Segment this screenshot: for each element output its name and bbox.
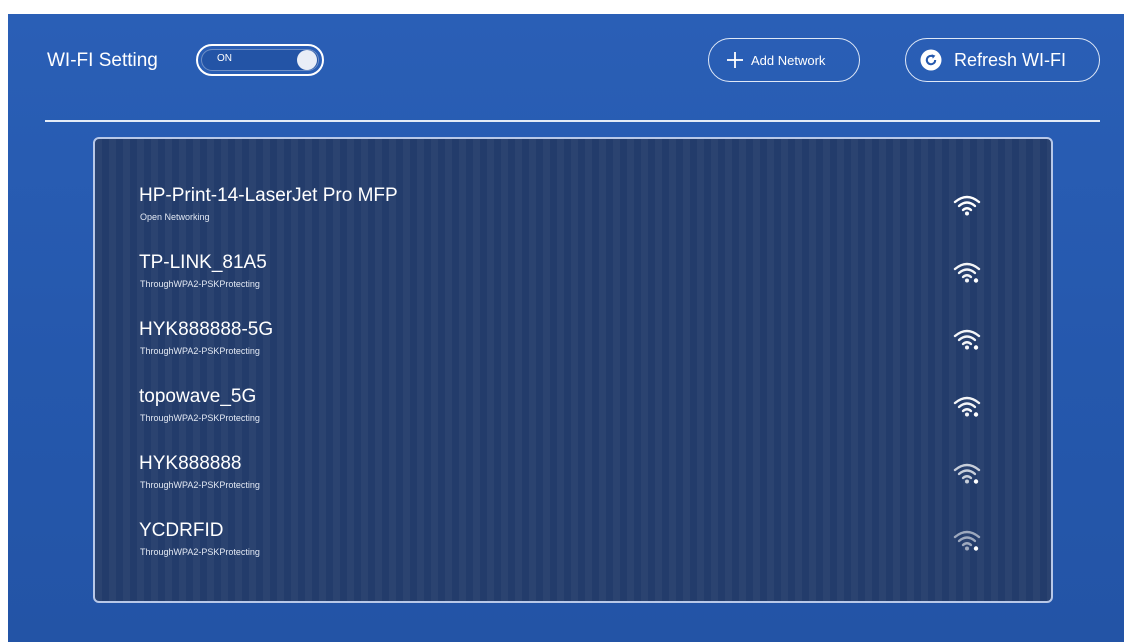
network-name: topowave_5G xyxy=(139,386,257,407)
network-name: HYK888888-5G xyxy=(139,319,274,340)
header-divider xyxy=(45,120,1100,122)
network-name: TP-LINK_81A5 xyxy=(139,252,267,273)
page-title: WI-FI Setting xyxy=(47,50,158,71)
wifi-toggle[interactable]: ON xyxy=(196,44,324,76)
refresh-label: Refresh WI-FI xyxy=(954,49,1067,70)
network-item[interactable]: HYK888888-5G ThroughWPA2-PSKProtecting xyxy=(139,319,1019,381)
toggle-track: ON xyxy=(201,49,319,71)
network-item[interactable]: HP-Print-14-LaserJet Pro MFP Open Network… xyxy=(139,185,1019,247)
network-security: ThroughWPA2-PSKProtecting xyxy=(140,547,260,557)
refresh-icon xyxy=(920,49,942,71)
wifi-icon xyxy=(953,195,981,216)
wifi-lock-icon xyxy=(953,463,981,484)
network-security: ThroughWPA2-PSKProtecting xyxy=(140,480,260,490)
network-item[interactable]: TP-LINK_81A5 ThroughWPA2-PSKProtecting xyxy=(139,252,1019,314)
toggle-knob xyxy=(297,50,317,70)
network-item[interactable]: YCDRFID ThroughWPA2-PSKProtecting xyxy=(139,520,1019,582)
add-network-button[interactable]: Add Network xyxy=(708,38,860,82)
network-name: YCDRFID xyxy=(139,520,224,541)
wifi-lock-icon xyxy=(953,329,981,350)
wifi-lock-icon xyxy=(953,396,981,417)
network-security: ThroughWPA2-PSKProtecting xyxy=(140,346,260,356)
network-item[interactable]: HYK888888 ThroughWPA2-PSKProtecting xyxy=(139,453,1019,515)
network-security: Open Networking xyxy=(140,212,210,222)
plus-icon xyxy=(727,52,743,68)
toggle-label: ON xyxy=(217,53,232,64)
refresh-wifi-button[interactable]: Refresh WI-FI xyxy=(905,38,1100,82)
network-name: HP-Print-14-LaserJet Pro MFP xyxy=(139,185,398,206)
add-network-label: Add Network xyxy=(751,52,826,68)
network-security: ThroughWPA2-PSKProtecting xyxy=(140,413,260,423)
network-item[interactable]: topowave_5G ThroughWPA2-PSKProtecting xyxy=(139,386,1019,448)
wifi-settings-screen: WI-FI Setting ON Add Network Refresh WI-… xyxy=(8,14,1124,642)
wifi-lock-icon xyxy=(953,262,981,283)
wifi-lock-icon xyxy=(953,530,981,551)
network-security: ThroughWPA2-PSKProtecting xyxy=(140,279,260,289)
network-list: HP-Print-14-LaserJet Pro MFP Open Network… xyxy=(93,137,1053,603)
network-name: HYK888888 xyxy=(139,453,242,474)
